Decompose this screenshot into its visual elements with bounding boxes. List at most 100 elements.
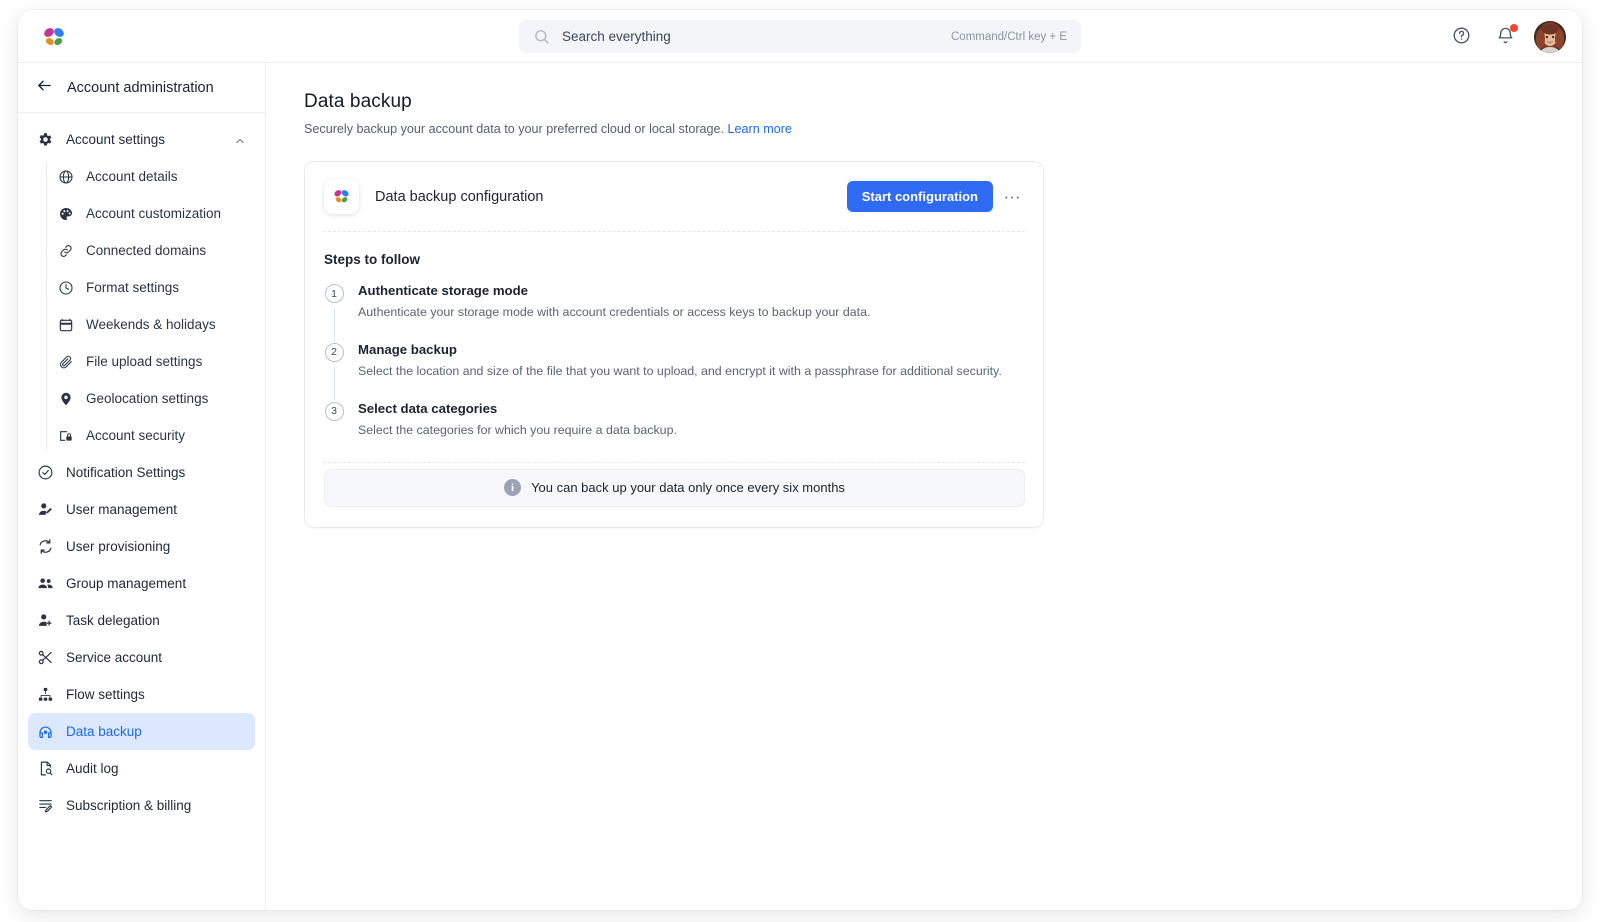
search-input[interactable]: [562, 29, 951, 44]
bell-check-icon: [37, 464, 54, 481]
sidebar-item-label: User management: [66, 502, 178, 517]
sidebar-item-task-delegation[interactable]: Task delegation: [28, 602, 255, 639]
chevron-up-icon[interactable]: [234, 134, 246, 146]
sidebar-item-label: Group management: [66, 576, 187, 591]
sidebar-item-user-management[interactable]: User management: [28, 491, 255, 528]
body: Account administration Account settings: [18, 63, 1582, 910]
clock-icon: [58, 280, 74, 296]
sidebar-item-connected-domains[interactable]: Connected domains: [46, 232, 255, 269]
divider: [323, 461, 1025, 463]
sidebar-item-format-settings[interactable]: Format settings: [46, 269, 255, 306]
page-title: Data backup: [304, 91, 412, 112]
steps-title: Steps to follow: [324, 252, 420, 267]
paperclip-icon: [58, 354, 74, 370]
sidebar-item-weekends-holidays[interactable]: Weekends & holidays: [46, 306, 255, 343]
help-icon: [1452, 26, 1471, 48]
step-marker: 3: [324, 401, 344, 446]
link-icon: [58, 243, 74, 259]
sidebar-item-group-management[interactable]: Group management: [28, 565, 255, 602]
sidebar-item-label: Data backup: [66, 724, 142, 739]
info-banner-text: You can back up your data only once ever…: [531, 480, 845, 496]
globe-icon: [58, 169, 74, 185]
step-name: Authenticate storage mode: [358, 283, 529, 298]
card-actions: Start configuration ···: [846, 181, 1025, 212]
sidebar-item-label: File upload settings: [86, 354, 203, 369]
step-body: Manage backup Select the location and si…: [358, 342, 1002, 401]
step-name: Manage backup: [358, 341, 457, 357]
sidebar-item-label: Flow settings: [66, 687, 145, 702]
sidebar-item-label: Subscription & billing: [66, 798, 192, 813]
sidebar-item-label: Task delegation: [66, 613, 160, 628]
sidebar-item-account-security[interactable]: Account security: [46, 417, 255, 454]
sidebar-header-title: Account administration: [67, 79, 214, 96]
main-content: Data backup Securely backup your account…: [266, 63, 1582, 910]
sidebar: Account administration Account settings: [18, 63, 266, 910]
sidebar-item-label: Account settings: [66, 132, 166, 147]
top-bar: Command/Ctrl key + E: [18, 10, 1582, 63]
sidebar-item-service-account[interactable]: Service account: [28, 639, 255, 676]
search-icon: [533, 28, 550, 45]
arrow-left-icon: [36, 77, 53, 99]
butterfly-logo[interactable]: [38, 21, 70, 53]
card-title: Data backup configuration: [375, 188, 544, 205]
step-marker: 1: [324, 283, 344, 342]
search-shortcut-hint: Command/Ctrl key + E: [951, 30, 1067, 43]
app-window: Command/Ctrl key + E: [18, 10, 1582, 910]
gear-icon: [37, 131, 54, 148]
topbar-actions: [1446, 10, 1566, 63]
step-body: Authenticate storage mode Authenticate y…: [358, 283, 870, 342]
step-item: 3 Select data categories Select the cate…: [324, 401, 1025, 446]
avatar[interactable]: [1534, 20, 1566, 53]
sidebar-subitems: Account details Account customization Co…: [46, 158, 265, 454]
step-body: Select data categories Select the catego…: [358, 401, 677, 446]
sidebar-item-user-provisioning[interactable]: User provisioning: [28, 528, 255, 565]
sidebar-item-account-customization[interactable]: Account customization: [46, 195, 255, 232]
data-backup-icon: [37, 723, 54, 740]
step-description: Select the categories for which you requ…: [358, 422, 677, 437]
sidebar-item-flow-settings[interactable]: Flow settings: [28, 676, 255, 713]
sidebar-item-geolocation-settings[interactable]: Geolocation settings: [46, 380, 255, 417]
sidebar-back-header[interactable]: Account administration: [18, 63, 265, 113]
user-edit-icon: [37, 501, 54, 518]
calendar-icon: [58, 317, 74, 333]
sidebar-nav: Account settings Account details Account…: [18, 113, 265, 824]
sidebar-item-data-backup[interactable]: Data backup: [28, 713, 255, 750]
page-subtitle-text: Securely backup your account data to you…: [304, 122, 725, 136]
sidebar-item-notification-settings[interactable]: Notification Settings: [28, 454, 255, 491]
sidebar-item-label: Weekends & holidays: [86, 317, 216, 332]
sidebar-item-account-settings[interactable]: Account settings: [28, 121, 255, 158]
info-banner: i You can back up your data only once ev…: [324, 468, 1025, 507]
step-number: 3: [324, 401, 344, 421]
butterfly-logo: [324, 179, 359, 214]
sidebar-item-label: User provisioning: [66, 539, 171, 554]
page-subtitle: Securely backup your account data to you…: [304, 122, 1582, 136]
hierarchy-icon: [37, 686, 54, 703]
pin-icon: [58, 391, 74, 407]
sidebar-item-account-details[interactable]: Account details: [46, 158, 255, 195]
step-number: 2: [324, 342, 344, 362]
step-name: Select data categories: [358, 400, 498, 416]
sidebar-item-label: Notification Settings: [66, 465, 186, 480]
sidebar-item-audit-log[interactable]: Audit log: [28, 750, 255, 787]
more-options-button[interactable]: ···: [999, 184, 1025, 210]
card-body: Steps to follow 1 Authenticate storage m…: [305, 232, 1043, 462]
step-item: 2 Manage backup Select the location and …: [324, 342, 1025, 401]
shield-lock-icon: [58, 428, 74, 444]
sidebar-item-label: Connected domains: [86, 243, 207, 258]
learn-more-link[interactable]: Learn more: [728, 122, 792, 136]
sidebar-item-file-upload-settings[interactable]: File upload settings: [46, 343, 255, 380]
sidebar-item-label: Geolocation settings: [86, 391, 209, 406]
notifications-button[interactable]: [1490, 22, 1520, 52]
receipt-icon: [37, 797, 54, 814]
audit-icon: [37, 760, 54, 777]
sidebar-item-subscription-billing[interactable]: Subscription & billing: [28, 787, 255, 824]
sidebar-item-label: Format settings: [86, 280, 180, 295]
sidebar-item-label: Account details: [86, 169, 178, 184]
step-description: Authenticate your storage mode with acco…: [358, 305, 871, 319]
start-configuration-button[interactable]: Start configuration: [846, 181, 993, 212]
sidebar-item-label: Service account: [66, 650, 163, 665]
help-button[interactable]: [1446, 22, 1476, 52]
palette-icon: [58, 206, 74, 222]
global-search[interactable]: Command/Ctrl key + E: [519, 20, 1081, 53]
sidebar-item-label: Account customization: [86, 206, 222, 221]
